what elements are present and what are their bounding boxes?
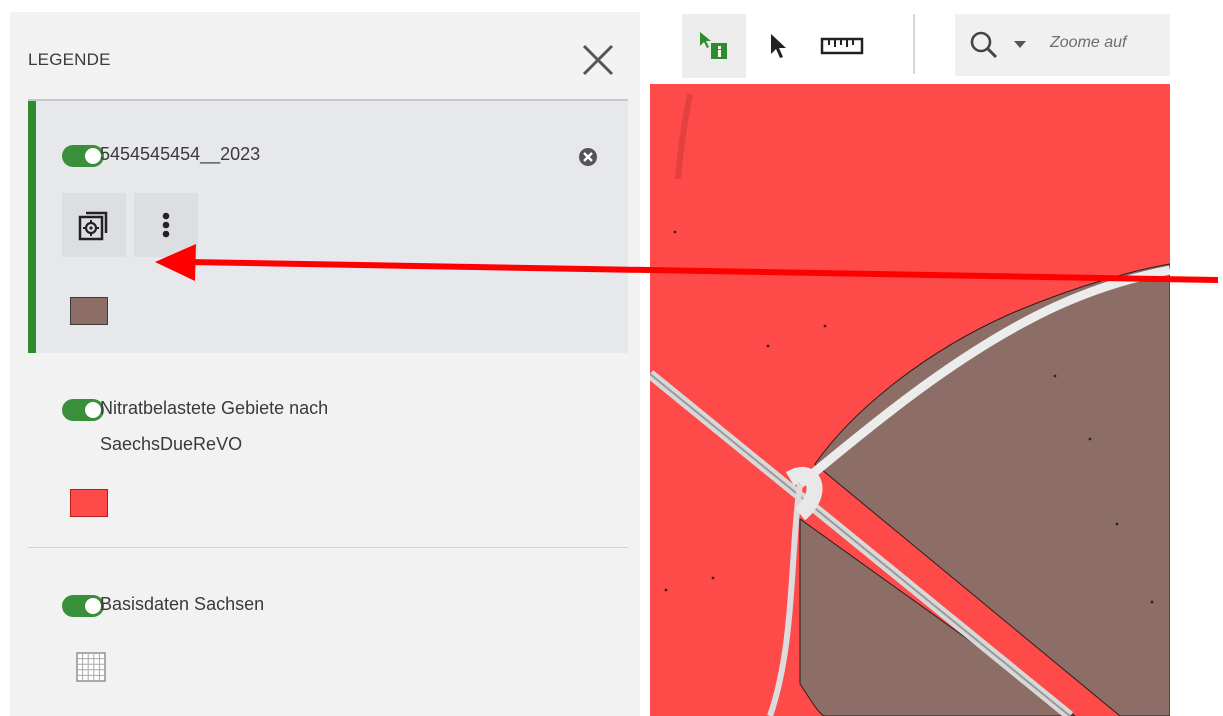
legend-swatch (70, 489, 108, 517)
layer-settings-button[interactable] (62, 193, 126, 257)
grid-icon (76, 652, 106, 682)
map-canvas (650, 84, 1170, 716)
legend-title: LEGENDE (28, 50, 111, 69)
pointer-tool-button[interactable] (746, 14, 810, 78)
layer-name-continued: SaechsDueReVO (100, 434, 243, 454)
legend-layer-item: Basisdaten Sachsen (28, 550, 628, 716)
search-input-placeholder[interactable]: Zoome auf (1050, 34, 1126, 52)
layer-more-button[interactable] (134, 193, 198, 257)
legend-swatch (70, 297, 108, 325)
map-toolbar: Zoome auf (650, 0, 1170, 84)
search-box[interactable]: Zoome auf (955, 14, 1170, 76)
search-icon (970, 31, 998, 59)
remove-layer-icon[interactable] (578, 147, 598, 167)
layer-visibility-toggle[interactable] (62, 145, 104, 167)
pointer-icon (771, 34, 786, 58)
layer-visibility-toggle[interactable] (62, 595, 104, 617)
chevron-down-icon[interactable] (1013, 40, 1027, 50)
close-legend-button[interactable] (578, 40, 618, 80)
layer-visibility-toggle[interactable] (62, 399, 104, 421)
ruler-icon (820, 37, 864, 55)
info-select-tool-button[interactable] (682, 14, 746, 78)
close-icon (582, 44, 614, 76)
legend-layer-item: 5454545454__2023 (28, 101, 628, 353)
layer-name: Nitratbelastete Gebiete nach (100, 398, 329, 418)
map-view[interactable] (650, 84, 1170, 716)
legend-layer-item: Nitratbelastete Gebiete nach SaechsDueRe… (28, 355, 628, 548)
layer-name: 5454545454__2023 (100, 144, 261, 164)
info-select-icon (700, 32, 727, 59)
toolbar-divider (913, 14, 915, 74)
measure-tool-button[interactable] (810, 14, 874, 78)
legend-panel: LEGENDE 5454545454__2023 Nitratbelastete… (10, 12, 640, 716)
more-vertical-icon (162, 212, 170, 238)
layer-name: Basisdaten Sachsen (100, 594, 265, 614)
layer-settings-icon (78, 211, 108, 241)
